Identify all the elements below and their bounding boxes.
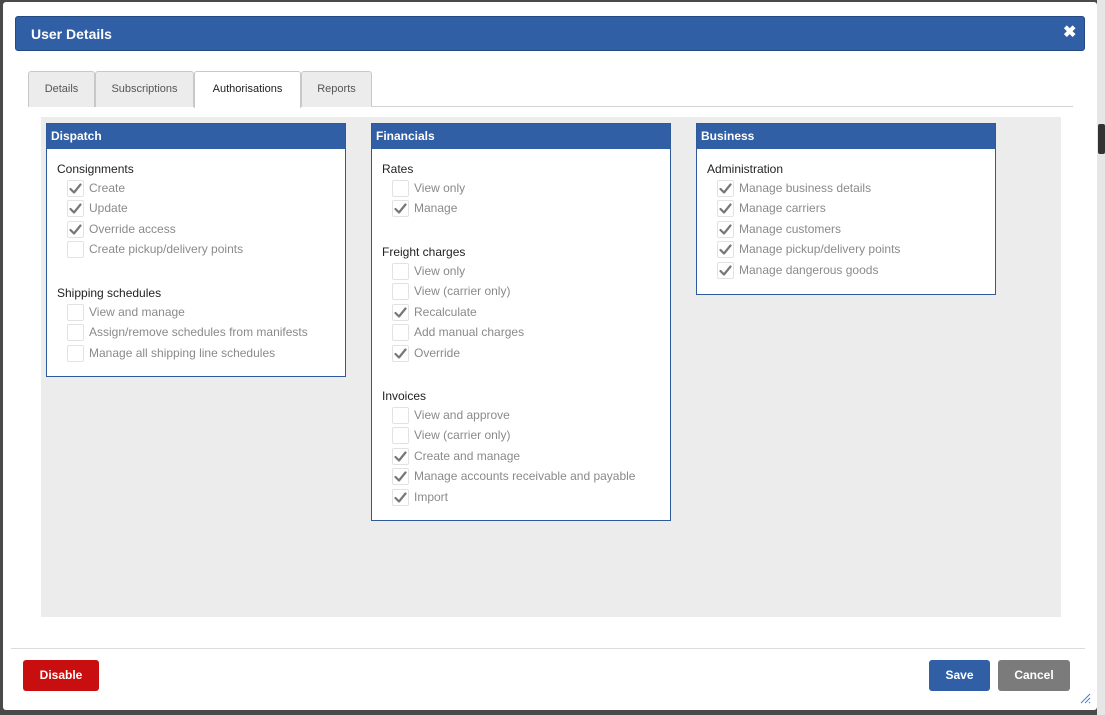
authorisations-content: Dispatch Consignments Create Update Over…	[41, 117, 1061, 617]
option-label: View only	[414, 181, 466, 195]
option-label: Manage all shipping line schedules	[89, 346, 276, 360]
option-label: Manage pickup/delivery points	[739, 242, 901, 256]
option-label: Manage dangerous goods	[739, 263, 879, 277]
checkbox[interactable]	[392, 263, 409, 280]
group-title: Administration	[707, 162, 784, 176]
checkbox[interactable]	[392, 468, 409, 485]
checkbox[interactable]	[67, 304, 84, 321]
option-label: Manage customers	[739, 222, 842, 236]
checkbox[interactable]	[67, 324, 84, 341]
checkbox[interactable]	[717, 241, 734, 258]
checkbox[interactable]	[392, 324, 409, 341]
group-title: Freight charges	[382, 245, 466, 259]
option-label: View and approve	[414, 408, 510, 422]
checkbox[interactable]	[392, 489, 409, 506]
checkmark-icon	[719, 224, 732, 235]
checkbox[interactable]	[392, 448, 409, 465]
panel-title: Financials	[372, 124, 670, 149]
checkbox[interactable]	[67, 180, 84, 197]
checkmark-icon	[394, 203, 407, 214]
panel-business: Business Administration Manage business …	[696, 123, 996, 295]
checkbox[interactable]	[392, 200, 409, 217]
checkbox[interactable]	[67, 200, 84, 217]
option-label: Override access	[89, 222, 176, 236]
checkmark-icon	[394, 471, 407, 482]
panel-dispatch: Dispatch Consignments Create Update Over…	[46, 123, 346, 377]
cancel-button[interactable]: Cancel	[998, 660, 1070, 691]
option-label: Import	[414, 490, 449, 504]
option-label: Add manual charges	[414, 325, 525, 339]
option-label: View only	[414, 264, 466, 278]
tab-subscriptions[interactable]: Subscriptions	[95, 71, 194, 107]
panel-title: Dispatch	[47, 124, 345, 149]
checkmark-icon	[394, 451, 407, 462]
close-icon[interactable]: ✖	[1063, 25, 1076, 41]
checkbox[interactable]	[67, 241, 84, 258]
option-label: Update	[89, 201, 128, 215]
panel-financials: Financials Rates View only Manage Freigh…	[371, 123, 671, 521]
disable-button[interactable]: Disable	[23, 660, 99, 691]
background-page-edge	[1097, 0, 1105, 715]
checkbox[interactable]	[392, 407, 409, 424]
checkbox[interactable]	[717, 221, 734, 238]
group-title: Invoices	[382, 389, 427, 403]
checkmark-icon	[394, 492, 407, 503]
option-label: Manage business details	[739, 181, 872, 195]
option-label: Create	[89, 181, 126, 195]
panel-title: Business	[697, 124, 995, 149]
checkbox[interactable]	[392, 283, 409, 300]
checkmark-icon	[719, 183, 732, 194]
option-label: View (carrier only)	[414, 284, 511, 298]
checkbox[interactable]	[67, 345, 84, 362]
checkbox[interactable]	[392, 427, 409, 444]
checkmark-icon	[69, 183, 82, 194]
checkmark-icon	[394, 307, 407, 318]
checkmark-icon	[394, 348, 407, 359]
tab-reports[interactable]: Reports	[301, 71, 372, 107]
checkbox[interactable]	[717, 200, 734, 217]
dialog-title: User Details	[31, 26, 112, 42]
checkbox[interactable]	[392, 180, 409, 197]
group-title: Shipping schedules	[57, 286, 162, 300]
footer-divider	[11, 648, 1085, 649]
checkbox[interactable]	[392, 345, 409, 362]
checkmark-icon	[69, 224, 82, 235]
background-scroll-mark	[1098, 124, 1105, 154]
checkmark-icon	[719, 265, 732, 276]
option-label: Manage accounts receivable and payable	[414, 469, 636, 483]
option-label: Create and manage	[414, 449, 521, 463]
option-label: Manage carriers	[739, 201, 826, 215]
option-label: Create pickup/delivery points	[89, 242, 244, 256]
checkbox[interactable]	[67, 221, 84, 238]
tab-authorisations[interactable]: Authorisations	[194, 71, 301, 108]
option-label: View (carrier only)	[414, 428, 511, 442]
option-label: Assign/remove schedules from manifests	[89, 325, 308, 339]
resize-grip-icon[interactable]	[1079, 692, 1091, 704]
checkmark-icon	[719, 203, 732, 214]
save-button[interactable]: Save	[929, 660, 990, 691]
dialog-titlebar[interactable]: User Details ✖	[15, 16, 1085, 51]
user-details-dialog: User Details ✖ Details Subscriptions Aut…	[3, 2, 1097, 710]
checkmark-icon	[69, 203, 82, 214]
checkbox[interactable]	[717, 262, 734, 279]
checkbox[interactable]	[392, 304, 409, 321]
group-title: Consignments	[57, 162, 134, 176]
option-label: View and manage	[89, 305, 185, 319]
group-title: Rates	[382, 162, 414, 176]
checkmark-icon	[719, 244, 732, 255]
tab-details[interactable]: Details	[28, 71, 95, 107]
option-label: Manage	[414, 201, 458, 215]
option-label: Override	[414, 346, 461, 360]
checkbox[interactable]	[717, 180, 734, 197]
option-label: Recalculate	[414, 305, 477, 319]
